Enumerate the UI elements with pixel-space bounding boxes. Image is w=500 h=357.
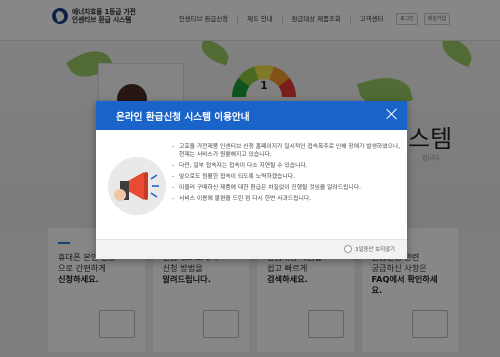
close-icon[interactable] [385, 107, 399, 121]
modal-title: 온라인 환급신청 시스템 이용안내 [116, 112, 250, 123]
modal-header: 온라인 환급신청 시스템 이용안내 [96, 101, 407, 130]
notice-item: 고효율 가전제품 인센티브 신청 홈페이지가 일시적인 접속폭주로 인해 장애가… [172, 144, 402, 159]
modal-body: 고효율 가전제품 인센티브 신청 홈페이지가 일시적인 접속폭주로 인해 장애가… [96, 130, 407, 240]
radio-circle-icon[interactable] [344, 245, 353, 253]
notice-list: 고효율 가전제품 인센티브 신청 홈페이지가 일시적인 접속폭주로 인해 장애가… [172, 144, 402, 208]
notice-item: 다만, 일부 접속자는 접속이 다소 지연될 수 있습니다. [172, 163, 402, 171]
notice-modal: 온라인 환급신청 시스템 이용안내 고효율 가전제품 인센티브 신청 홈페이지가… [96, 101, 407, 259]
dont-show-3days-toggle[interactable]: 3일동안 보지않기 [344, 245, 395, 253]
notice-item: 이울러 구매하신 제품에 대한 환급은 차질없이 진행될 것임을 알려드립니다. [172, 185, 402, 193]
notice-item: 서비스 이용에 불편을 드린 점 다시 한번 사과드립니다. [172, 196, 402, 204]
dont-show-label: 3일동안 보지않기 [355, 247, 395, 253]
modal-footer: 3일동안 보지않기 [96, 239, 407, 259]
notice-item: 앞으로도 원활한 접속이 되도록 노력하겠습니다. [172, 174, 402, 182]
megaphone-icon [108, 157, 166, 215]
